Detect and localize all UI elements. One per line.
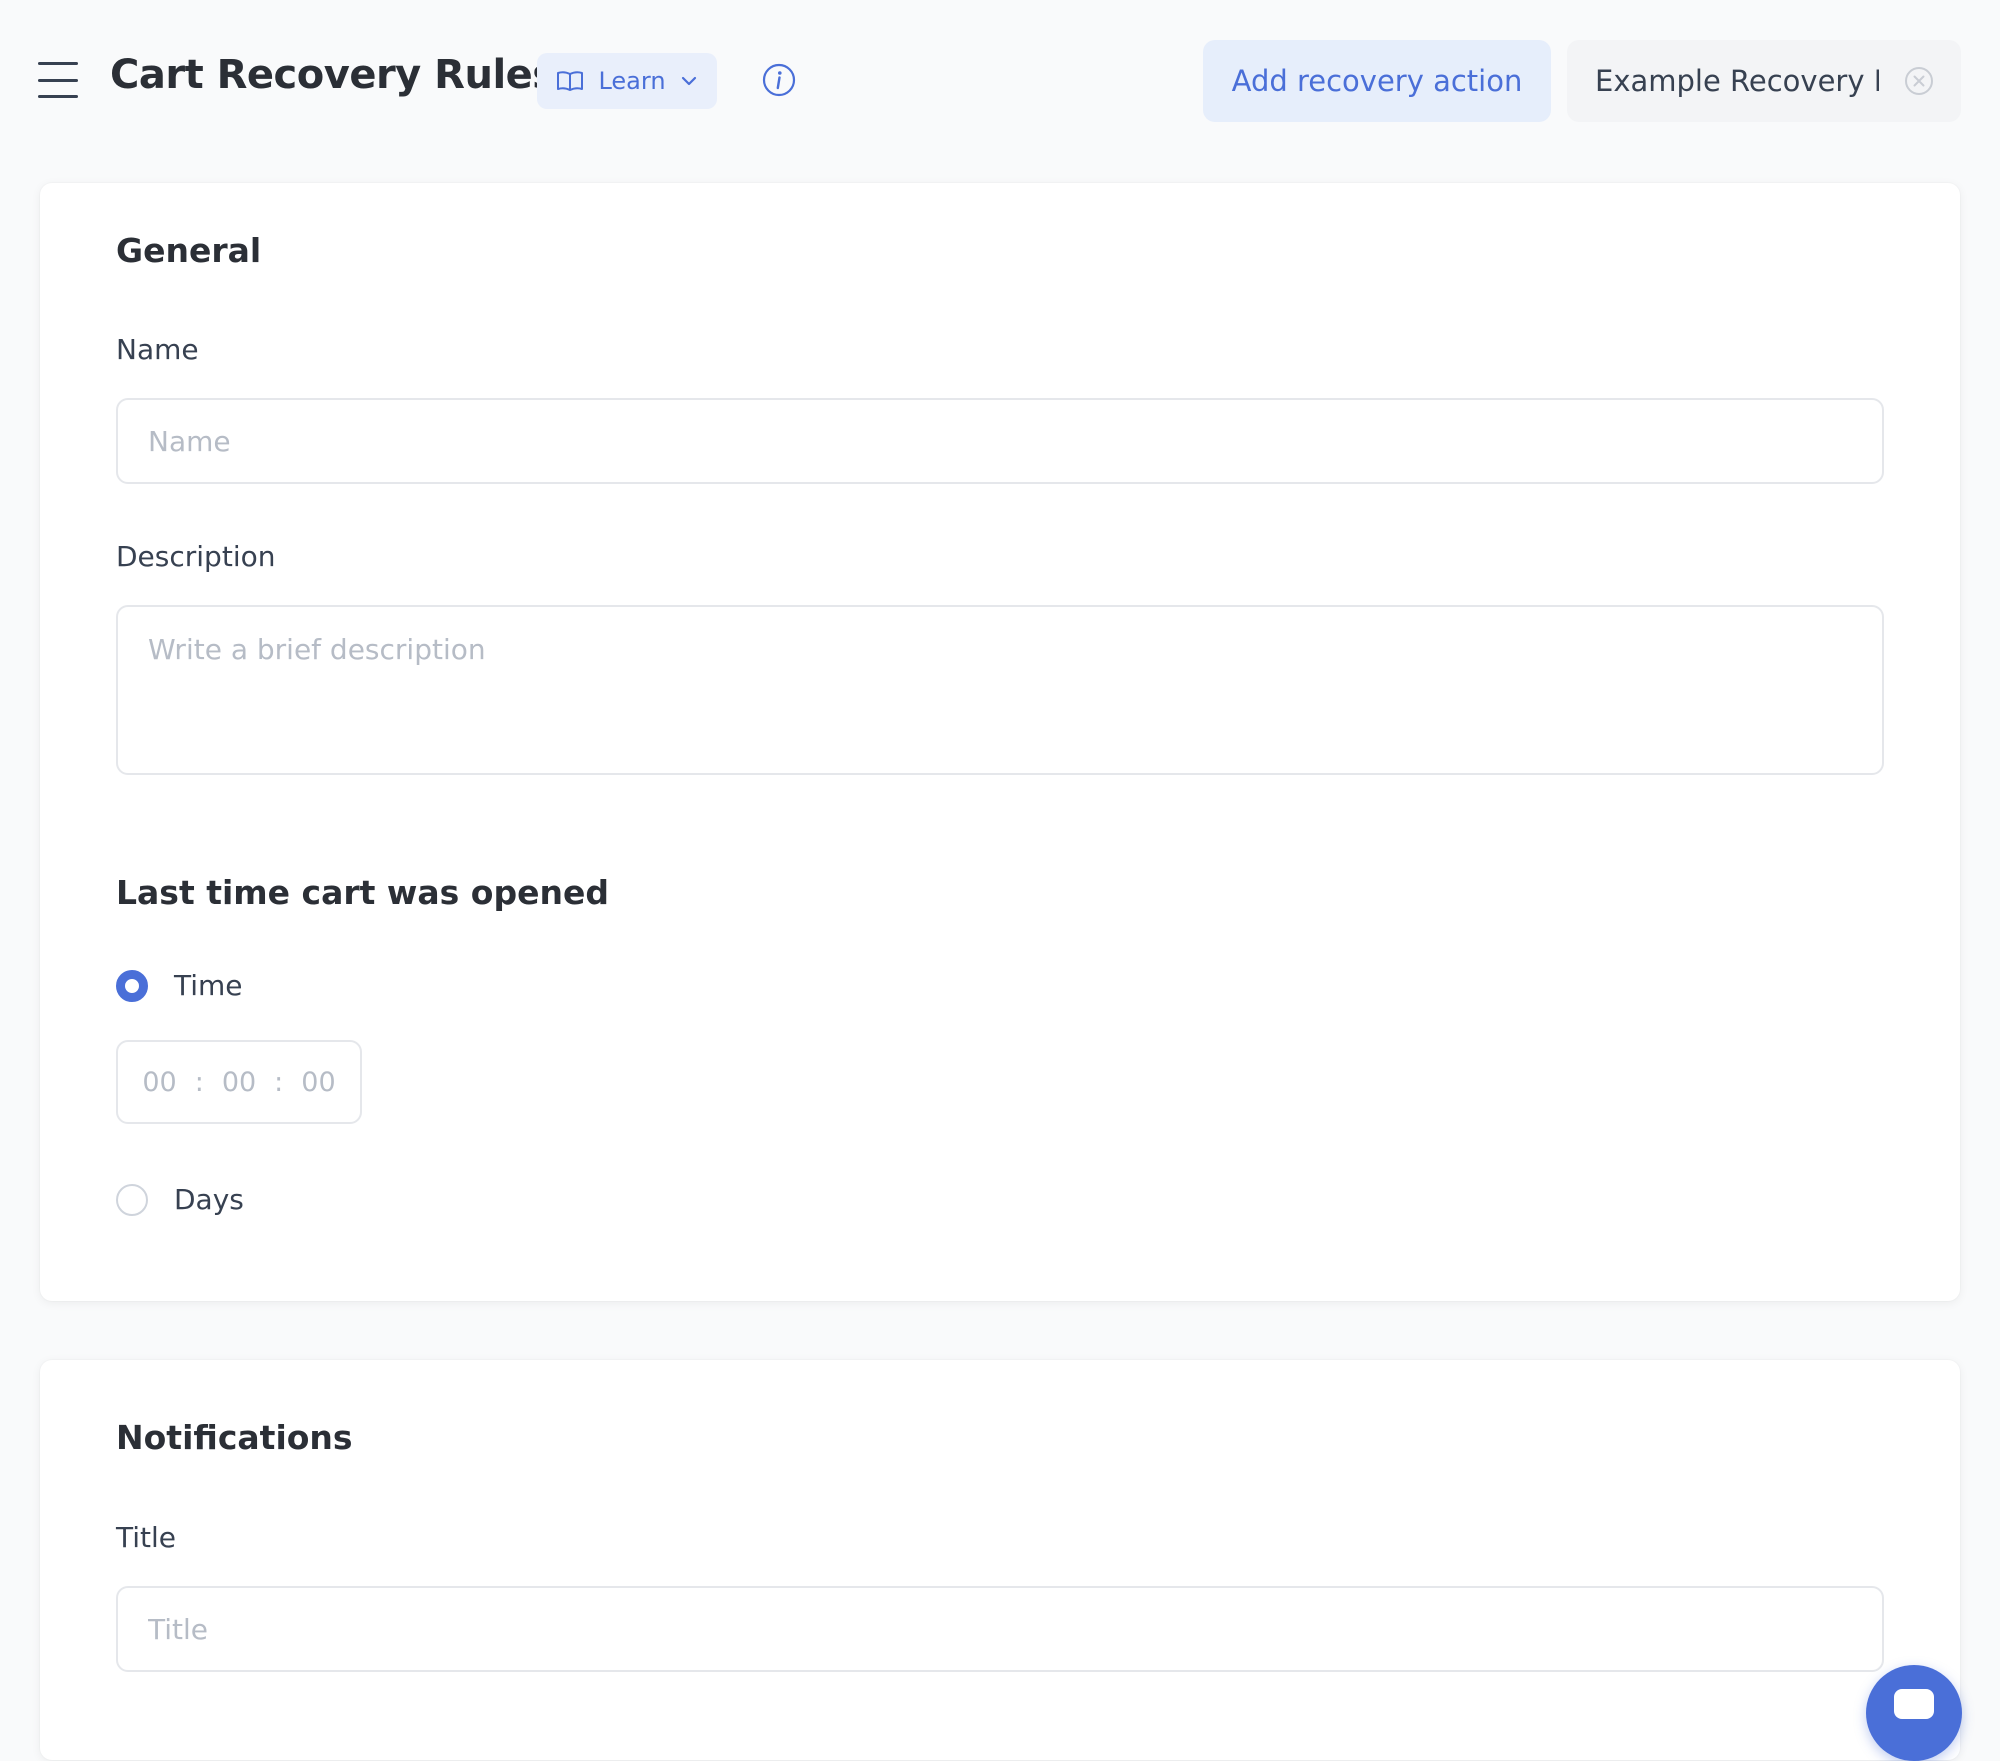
- title-input[interactable]: [116, 1586, 1884, 1672]
- chat-bubble-icon: [1894, 1689, 1934, 1719]
- add-recovery-action-button[interactable]: Add recovery action: [1203, 40, 1551, 122]
- name-input[interactable]: [116, 398, 1884, 484]
- name-label: Name: [116, 333, 199, 366]
- last-opened-heading: Last time cart was opened: [116, 873, 609, 912]
- general-heading: General: [116, 231, 262, 270]
- time-radio[interactable]: [116, 969, 148, 1002]
- info-icon[interactable]: [762, 63, 796, 97]
- learn-button[interactable]: Learn: [537, 53, 717, 109]
- description-input[interactable]: [116, 605, 1884, 775]
- days-radio-label: Days: [174, 1183, 244, 1216]
- time-radio-label: Time: [174, 969, 243, 1002]
- days-radio[interactable]: [116, 1183, 148, 1216]
- menu-icon[interactable]: [38, 62, 78, 98]
- minutes-field[interactable]: 00: [222, 1067, 256, 1098]
- example-recovery-label: Example Recovery D: [1595, 64, 1879, 98]
- general-card: General Name Description Last time cart …: [40, 183, 1960, 1301]
- description-label: Description: [116, 540, 276, 573]
- example-recovery-tag[interactable]: Example Recovery D: [1567, 40, 1961, 122]
- top-bar: Cart Recovery Rules Learn Add recovery a…: [0, 0, 2000, 160]
- chevron-down-icon: [681, 76, 696, 86]
- time-separator: :: [194, 1066, 204, 1098]
- learn-button-label: Learn: [598, 67, 666, 95]
- radio-option-time[interactable]: Time: [116, 969, 243, 1002]
- chat-button[interactable]: [1866, 1665, 1962, 1761]
- book-open-icon: [557, 71, 584, 91]
- title-label: Title: [116, 1521, 177, 1554]
- time-input[interactable]: 00 : 00 : 00: [116, 1040, 362, 1124]
- hours-field[interactable]: 00: [142, 1067, 176, 1098]
- notifications-card: Notifications Title: [40, 1360, 1960, 1760]
- time-separator: :: [274, 1066, 284, 1098]
- radio-option-days[interactable]: Days: [116, 1183, 244, 1216]
- page-title: Cart Recovery Rules: [110, 52, 556, 98]
- seconds-field[interactable]: 00: [301, 1067, 335, 1098]
- close-circle-icon[interactable]: [1903, 65, 1935, 97]
- notifications-heading: Notifications: [116, 1418, 353, 1457]
